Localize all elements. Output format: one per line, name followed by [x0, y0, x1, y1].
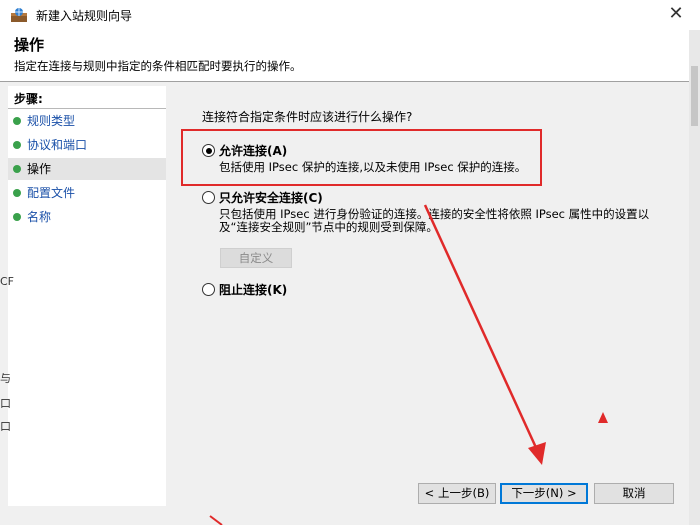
highlight-annotation-box	[181, 129, 542, 186]
next-button[interactable]: 下一步(N) >	[500, 483, 588, 504]
step-label: 协议和端口	[27, 138, 88, 152]
page-title: 操作	[14, 36, 45, 54]
step-profile[interactable]: 配置文件	[8, 182, 166, 204]
action-question: 连接符合指定条件时应该进行什么操作?	[202, 110, 413, 124]
step-name[interactable]: 名称	[8, 206, 166, 228]
scrollbar-thumb[interactable]	[691, 66, 698, 126]
background-fragment: CF	[0, 275, 15, 288]
step-dot-icon	[13, 213, 21, 221]
step-label: 规则类型	[27, 114, 76, 128]
step-dot-icon	[13, 141, 21, 149]
close-icon[interactable]: ✕	[664, 2, 688, 26]
firewall-app-icon	[11, 8, 27, 22]
wizard-header: 操作 指定在连接与规则中指定的条件相匹配时要执行的操作。	[0, 30, 700, 82]
step-dot-icon	[13, 189, 21, 197]
back-button[interactable]: < 上一步(B)	[418, 483, 496, 504]
steps-title: 步骤:	[14, 92, 43, 106]
background-fragment: 口	[0, 397, 11, 410]
annotation-fragment	[209, 515, 223, 525]
customize-button[interactable]: 自定义	[220, 248, 292, 268]
step-dot-icon	[13, 165, 21, 173]
block-label: 阻止连接(K)	[219, 283, 288, 297]
window-title: 新建入站规则向导	[36, 9, 133, 23]
page-description: 指定在连接与规则中指定的条件相匹配时要执行的操作。	[14, 59, 302, 73]
step-protocol-port[interactable]: 协议和端口	[8, 134, 166, 156]
secure-description: 只包括使用 IPsec 进行身份验证的连接。连接的安全性将依照 IPsec 属性…	[219, 207, 650, 234]
cancel-button[interactable]: 取消	[594, 483, 674, 504]
secure-radio[interactable]	[202, 191, 215, 204]
step-action[interactable]: 操作	[8, 158, 166, 180]
step-rule-type[interactable]: 规则类型	[8, 110, 166, 132]
steps-panel: 步骤: 规则类型 协议和端口 操作 配置文件 名称	[8, 86, 166, 506]
scrollbar[interactable]	[689, 30, 700, 525]
background-fragment: 与	[0, 372, 11, 385]
steps-divider	[8, 108, 166, 109]
step-dot-icon	[13, 117, 21, 125]
step-label: 配置文件	[27, 186, 76, 200]
block-radio[interactable]	[202, 283, 215, 296]
secure-label: 只允许安全连接(C)	[219, 191, 323, 205]
background-fragment: 口	[0, 420, 11, 433]
step-label: 名称	[27, 210, 52, 224]
window-titlebar: 新建入站规则向导 ✕	[0, 0, 700, 31]
step-label: 操作	[27, 162, 52, 176]
